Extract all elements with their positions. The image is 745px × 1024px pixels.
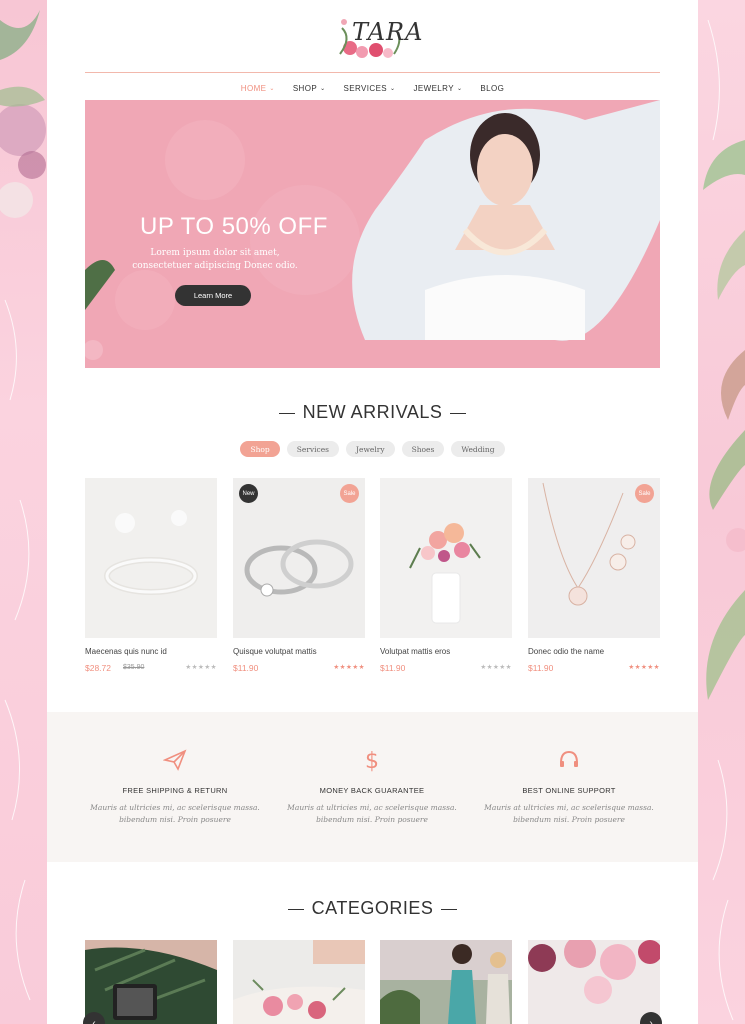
paper-plane-icon	[163, 749, 187, 771]
nav-label: SERVICES	[343, 83, 388, 93]
categories-title: CATEGORIES	[47, 898, 698, 919]
hero-subtitle: Lorem ipsum dolor sit amet, consectetuer…	[132, 248, 298, 271]
product-name[interactable]: Volutpat mattis eros	[380, 647, 450, 656]
product-image[interactable]	[85, 478, 217, 638]
hero-banner: UP TO 50% OFF Lorem ipsum dolor sit amet…	[85, 100, 660, 368]
page: TARA HOME ⌄ SHOP ⌄ SERVICES ⌄ JEWELRY ⌄ BLOG…	[47, 0, 698, 1024]
product-price: $11.90	[380, 663, 406, 673]
rating-stars: ★★★★★	[185, 664, 217, 671]
product-card[interactable]: Maecenas quis nunc id $28.72 $35.90 ★★★★…	[85, 478, 217, 673]
feature-desc: Mauris at ultricies mi, ac scelerisque m…	[484, 803, 654, 824]
title-dash	[287, 908, 304, 910]
product-price: $11.90	[528, 663, 554, 673]
title-dash	[450, 412, 467, 414]
category-card[interactable]	[85, 940, 217, 1024]
feature-desc: Mauris at ultricies mi, ac scelerisque m…	[287, 803, 457, 824]
sale-badge: Sale	[340, 484, 359, 503]
product-image[interactable]: New Sale	[233, 478, 365, 638]
new-arrivals-title: NEW ARRIVALS	[47, 402, 698, 423]
headset-icon	[560, 750, 578, 767]
filter-shoes[interactable]: Shoes	[401, 441, 445, 457]
chevron-down-icon: ⌄	[269, 85, 275, 92]
rating-stars: ★★★★★	[333, 664, 365, 671]
nav-label: BLOG	[480, 83, 505, 93]
nav-label: HOME	[240, 83, 267, 93]
feature-title: MONEY BACK GUARANTEE	[319, 786, 425, 795]
hero-title: UP TO 50% OFF	[140, 213, 328, 240]
product-name[interactable]: Donec odio the name	[528, 647, 604, 656]
product-card[interactable]: Volutpat mattis eros $11.90 ★★★★★	[380, 478, 512, 673]
main-nav: HOME ⌄ SHOP ⌄ SERVICES ⌄ JEWELRY ⌄ BLOG	[85, 80, 660, 96]
filter-jewelry[interactable]: Jewelry	[346, 441, 395, 457]
feature-title: FREE SHIPPING & RETURN	[122, 786, 228, 795]
right-floral-background	[698, 0, 745, 1024]
product-image[interactable]	[380, 478, 512, 638]
rating-stars: ★★★★★	[480, 664, 512, 671]
product-price: $28.72	[85, 663, 111, 673]
nav-item-home[interactable]: HOME ⌄	[241, 80, 275, 96]
product-card[interactable]: New Sale Quisque volutpat mattis $11.90 …	[233, 478, 365, 673]
product-price: $11.90	[233, 663, 259, 673]
product-image[interactable]: Sale	[528, 478, 660, 638]
product-name[interactable]: Quisque volutpat mattis	[233, 647, 317, 656]
category-card[interactable]	[528, 940, 660, 1024]
title-dash	[441, 908, 458, 910]
features-band: FREE SHIPPING & RETURN Mauris at ultrici…	[47, 712, 698, 862]
feature-title: BEST ONLINE SUPPORT	[522, 786, 616, 795]
nav-item-services[interactable]: SERVICES ⌄	[344, 80, 396, 96]
nav-divider	[85, 72, 660, 73]
title-dash	[278, 412, 295, 414]
chevron-down-icon: ⌄	[320, 85, 326, 92]
nav-label: JEWELRY	[413, 83, 454, 93]
svg-text:$: $	[365, 749, 379, 772]
product-filter-tabs: Shop Services Jewelry Shoes Wedding	[47, 441, 698, 457]
section-title-text: CATEGORIES	[311, 898, 434, 918]
nav-item-shop[interactable]: SHOP ⌄	[293, 80, 326, 96]
logo[interactable]: TARA	[332, 8, 422, 66]
category-card[interactable]	[233, 940, 365, 1024]
new-badge: New	[239, 484, 258, 503]
section-title-text: NEW ARRIVALS	[302, 402, 443, 422]
product-card[interactable]: Sale Donec odio the name $11.90 ★★★★★	[528, 478, 660, 673]
category-card[interactable]	[380, 940, 512, 1024]
nav-label: SHOP	[292, 83, 318, 93]
dollar-icon: $	[365, 749, 379, 772]
sale-badge: Sale	[635, 484, 654, 503]
rating-stars: ★★★★★	[628, 664, 660, 671]
nav-item-blog[interactable]: BLOG	[480, 80, 504, 96]
logo-text: TARA	[352, 18, 424, 46]
product-old-price: $35.90	[123, 664, 145, 671]
filter-wedding[interactable]: Wedding	[451, 441, 505, 457]
chevron-down-icon: ⌄	[456, 85, 463, 92]
nav-item-jewelry[interactable]: JEWELRY ⌄	[413, 80, 462, 96]
product-name[interactable]: Maecenas quis nunc id	[85, 647, 167, 656]
filter-shop[interactable]: Shop	[240, 441, 280, 457]
feature-desc: Mauris at ultricies mi, ac scelerisque m…	[90, 803, 260, 824]
filter-services[interactable]: Services	[286, 441, 340, 457]
chevron-down-icon: ⌄	[390, 85, 396, 92]
learn-more-button[interactable]: Learn More	[175, 285, 251, 306]
left-floral-background	[0, 0, 47, 1024]
